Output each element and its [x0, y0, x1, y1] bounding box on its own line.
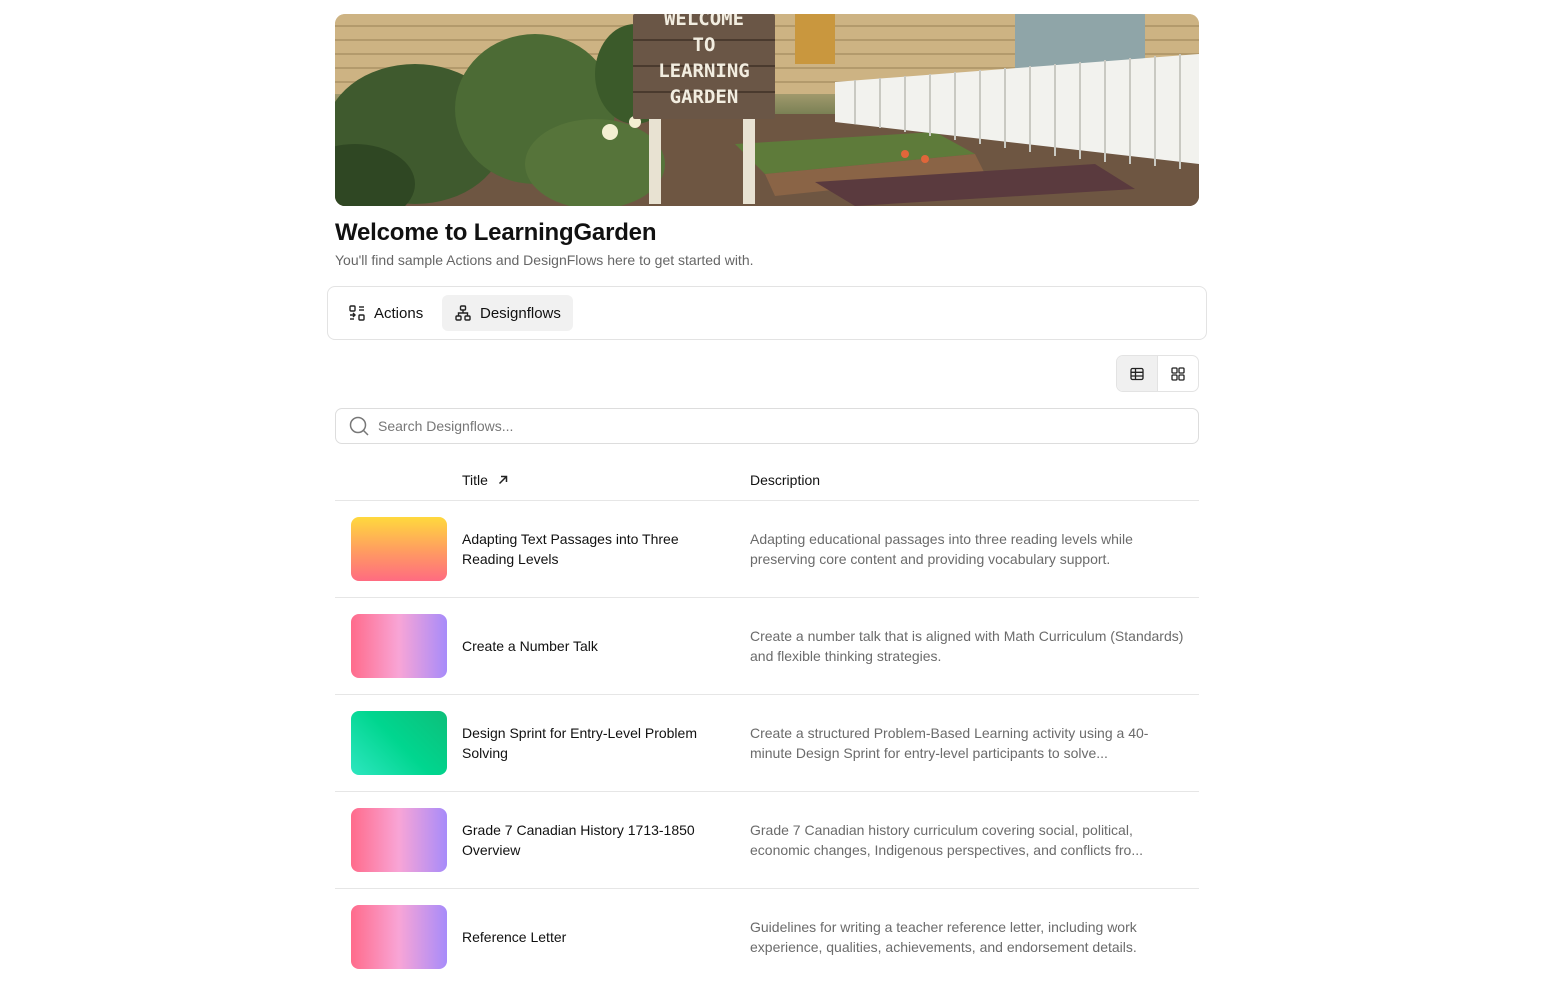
view-toggle [1116, 355, 1199, 392]
search-icon [349, 416, 369, 436]
title-column-header[interactable]: Title [462, 472, 510, 488]
tab-actions[interactable]: Actions [336, 295, 435, 331]
search-input[interactable] [378, 418, 1198, 434]
row-title: Create a Number Talk [462, 638, 598, 654]
sign-line: GARDEN [669, 86, 739, 108]
row-description: Adapting educational passages into three… [750, 531, 1133, 567]
tab-designflows-label: Designflows [480, 304, 561, 322]
row-title: Design Sprint for Entry-Level Problem So… [462, 725, 697, 761]
row-title: Reference Letter [462, 929, 567, 945]
row-title: Grade 7 Canadian History 1713-1850 Overv… [462, 822, 695, 858]
table-row[interactable]: Grade 7 Canadian History 1713-1850 Overv… [335, 792, 1199, 889]
grid-view-button[interactable] [1158, 356, 1198, 391]
row-thumbnail [351, 711, 447, 775]
row-description: Grade 7 Canadian history curriculum cove… [750, 822, 1143, 858]
sign-line: TO [692, 34, 716, 56]
welcome-banner-image: WELCOME TO LEARNING GARDEN [335, 14, 1199, 206]
title-column-label: Title [462, 472, 488, 488]
search-box [335, 408, 1199, 444]
actions-icon [349, 305, 365, 321]
page-header: WELCOME TO LEARNING GARDEN Welcome to Le… [335, 14, 1199, 268]
table-row[interactable]: Create a Number Talk Create a number tal… [335, 598, 1199, 695]
row-thumbnail [351, 905, 447, 969]
row-thumbnail [351, 614, 447, 678]
grid-view-icon [1171, 366, 1185, 381]
tab-designflows[interactable]: Designflows [442, 295, 573, 331]
sign-line: WELCOME [663, 14, 745, 30]
row-thumbnail [351, 808, 447, 872]
designflows-icon [455, 305, 471, 321]
arrow-up-right-icon [498, 475, 508, 485]
table-row[interactable]: Design Sprint for Entry-Level Problem So… [335, 695, 1199, 792]
sign-line: LEARNING [658, 60, 750, 82]
row-title: Adapting Text Passages into Three Readin… [462, 531, 679, 567]
tab-actions-label: Actions [374, 304, 424, 322]
description-column-header: Description [750, 472, 820, 488]
tab-bar: Actions Designflows [327, 286, 1207, 340]
designflows-table: Adapting Text Passages into Three Readin… [335, 501, 1199, 986]
table-view-icon [1130, 367, 1144, 380]
row-description: Guidelines for writing a teacher referen… [750, 919, 1137, 955]
row-thumbnail [351, 517, 447, 581]
row-description: Create a number talk that is aligned wit… [750, 628, 1184, 664]
page-subtitle: You'll find sample Actions and DesignFlo… [335, 252, 754, 268]
table-row[interactable]: Reference Letter Guidelines for writing … [335, 889, 1199, 986]
banner-sign-text: WELCOME TO LEARNING GARDEN [633, 14, 775, 110]
description-column-label: Description [750, 472, 821, 488]
table-header: Title Description [335, 460, 1199, 501]
row-description: Create a structured Problem-Based Learni… [750, 725, 1149, 761]
page-title: Welcome to LearningGarden [335, 219, 657, 246]
table-row[interactable]: Adapting Text Passages into Three Readin… [335, 501, 1199, 598]
table-view-button[interactable] [1117, 356, 1158, 391]
